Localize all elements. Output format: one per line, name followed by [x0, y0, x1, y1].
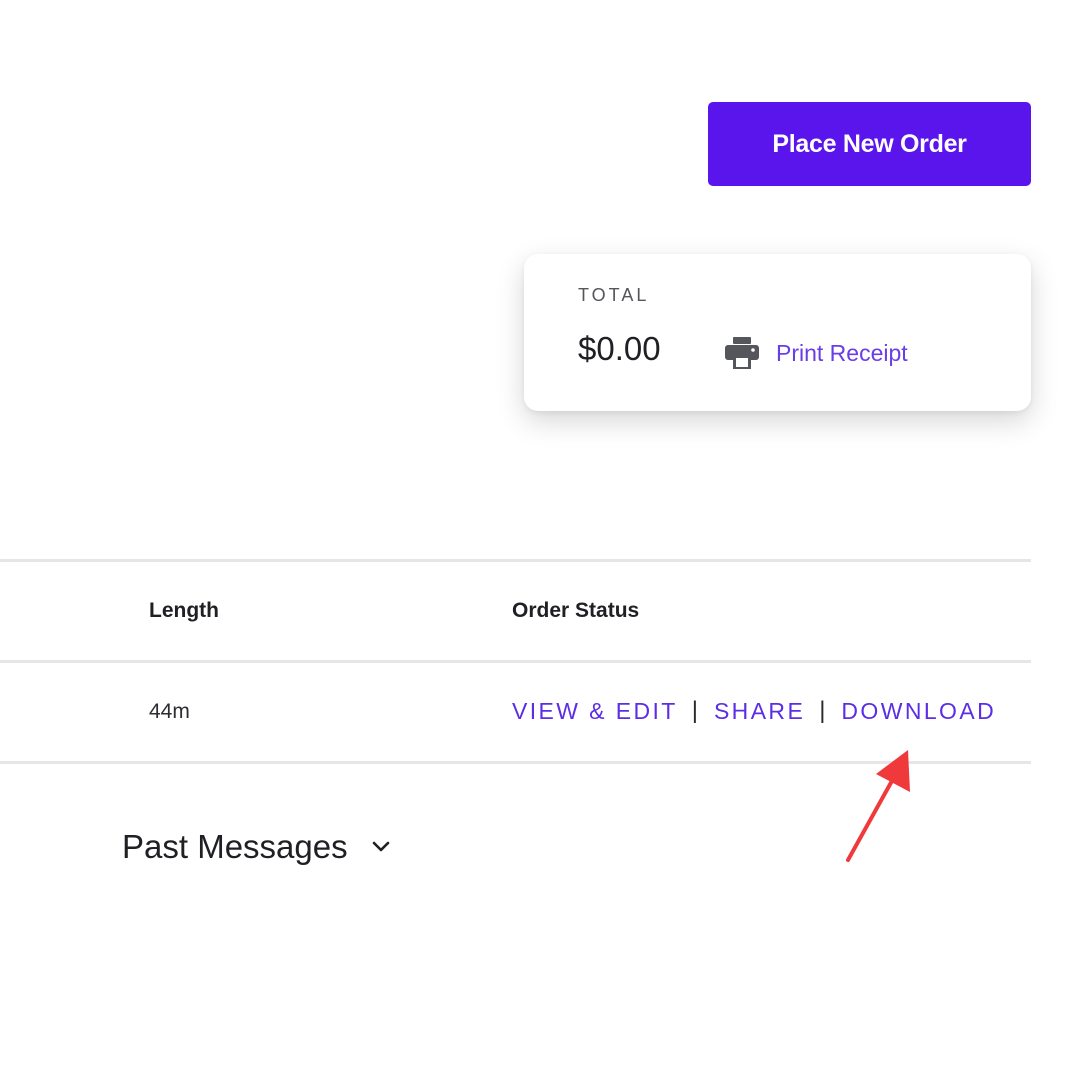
printer-icon [725, 337, 759, 369]
total-value: $0.00 [578, 330, 661, 367]
action-separator: | [819, 697, 826, 724]
past-messages-label: Past Messages [122, 828, 348, 865]
action-separator: | [691, 697, 698, 724]
length-cell: 44m [149, 700, 190, 723]
order-actions: VIEW & EDIT | SHARE | DOWNLOAD [512, 697, 996, 725]
total-label: TOTAL [578, 285, 650, 305]
view-edit-link[interactable]: VIEW & EDIT [512, 698, 678, 725]
past-messages-toggle[interactable]: Past Messages [122, 828, 392, 866]
place-new-order-button[interactable]: Place New Order [708, 102, 1031, 186]
orders-page: Place New Order TOTAL $0.00 Print Receip… [0, 0, 1080, 1080]
column-header-length: Length [149, 599, 219, 622]
chevron-down-icon [372, 841, 389, 852]
total-card: TOTAL $0.00 Print Receipt [524, 254, 1031, 411]
print-receipt-label: Print Receipt [776, 339, 908, 366]
download-link[interactable]: DOWNLOAD [841, 698, 996, 725]
column-header-order-status: Order Status [512, 599, 640, 622]
share-link[interactable]: SHARE [714, 698, 805, 725]
table-header-row: Length Order Status [0, 562, 1031, 660]
red-arrow-annotation [846, 750, 910, 862]
orders-table: Length Order Status 44m VIEW & EDIT | SH… [0, 559, 1031, 764]
print-receipt-link[interactable]: Print Receipt [724, 336, 908, 370]
